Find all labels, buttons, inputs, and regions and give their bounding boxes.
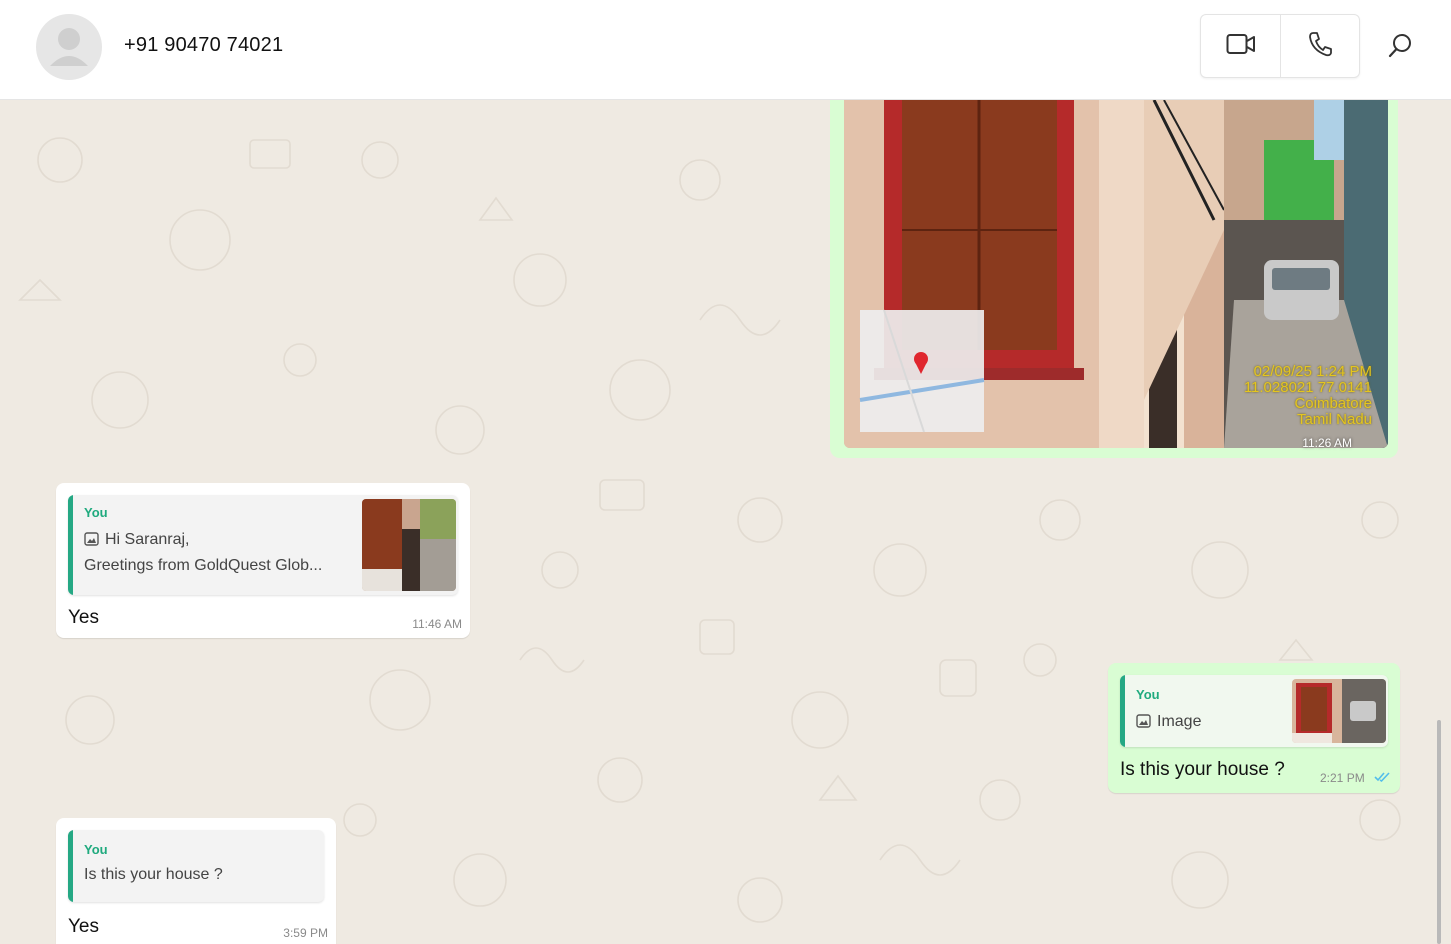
quote-thumbnail [362, 499, 456, 591]
chat-header: +91 90470 74021 [0, 0, 1451, 100]
image-icon [1136, 714, 1151, 733]
voice-call-icon [1308, 31, 1332, 62]
quote-author: You [1136, 687, 1160, 702]
image-overlay-coords: 11.028021 77.0141 [1243, 379, 1372, 396]
quoted-message[interactable]: You Hi Saranraj, Greetings from GoldQues… [68, 495, 458, 595]
message-time: 11:26 AM [1302, 436, 1352, 450]
message-text: Yes [68, 916, 99, 937]
house-photo[interactable]: 02/09/25 1:24 PM 11.028021 77.0141 Coimb… [844, 100, 1388, 448]
quote-author: You [84, 505, 108, 520]
quote-thumbnail [1292, 679, 1386, 743]
video-call-icon [1226, 33, 1256, 60]
quote-line-1: Hi Saranraj, [84, 531, 189, 551]
message-text: Yes [68, 607, 99, 628]
incoming-message[interactable]: You Is this your house ? Yes 3:59 PM [56, 818, 336, 944]
image-overlay-place2: Tamil Nadu [1296, 411, 1372, 428]
default-avatar-icon[interactable] [36, 14, 102, 80]
message-time: 11:46 AM [412, 617, 462, 631]
quote-author: You [84, 842, 108, 857]
quote-line-1-text: Image [1157, 713, 1202, 730]
message-time: 2:21 PM [1320, 771, 1365, 785]
outgoing-image-message[interactable]: 02/09/25 1:24 PM 11.028021 77.0141 Coimb… [830, 100, 1398, 458]
quoted-message[interactable]: You Image [1120, 675, 1388, 747]
quote-line-1-text: Hi Saranraj, [105, 531, 190, 548]
search-icon [1388, 32, 1414, 63]
image-overlay-place1: Coimbatore [1294, 395, 1372, 412]
chat-messages-area[interactable]: 02/09/25 1:24 PM 11.028021 77.0141 Coimb… [0, 100, 1451, 944]
quoted-message[interactable]: You Is this your house ? [68, 830, 324, 902]
call-buttons-group [1200, 14, 1360, 78]
quote-accent-bar [68, 830, 73, 902]
message-text: Is this your house ? [1120, 759, 1285, 780]
quote-accent-bar [1120, 675, 1125, 747]
quote-line-1: Image [1136, 713, 1201, 733]
quote-accent-bar [68, 495, 73, 595]
search-button[interactable] [1378, 24, 1424, 70]
image-overlay-datetime: 02/09/25 1:24 PM [1253, 363, 1372, 380]
image-icon [84, 532, 99, 551]
contact-name[interactable]: +91 90470 74021 [124, 34, 283, 57]
outgoing-message[interactable]: You Image Is this your house ? 2:21 PM [1108, 663, 1400, 793]
video-call-button[interactable] [1201, 15, 1281, 77]
quote-line-1: Is this your house ? [84, 866, 223, 883]
image-overlay-text: 02/09/25 1:24 PM 11.028021 77.0141 Coimb… [1244, 364, 1372, 428]
chat-scrollbar[interactable] [1437, 720, 1441, 944]
message-time: 3:59 PM [283, 926, 328, 940]
voice-call-button[interactable] [1280, 15, 1359, 77]
incoming-message[interactable]: You Hi Saranraj, Greetings from GoldQues… [56, 483, 470, 638]
read-ticks-icon [1374, 770, 1392, 788]
quote-line-2: Greetings from GoldQuest Glob... [84, 557, 323, 574]
